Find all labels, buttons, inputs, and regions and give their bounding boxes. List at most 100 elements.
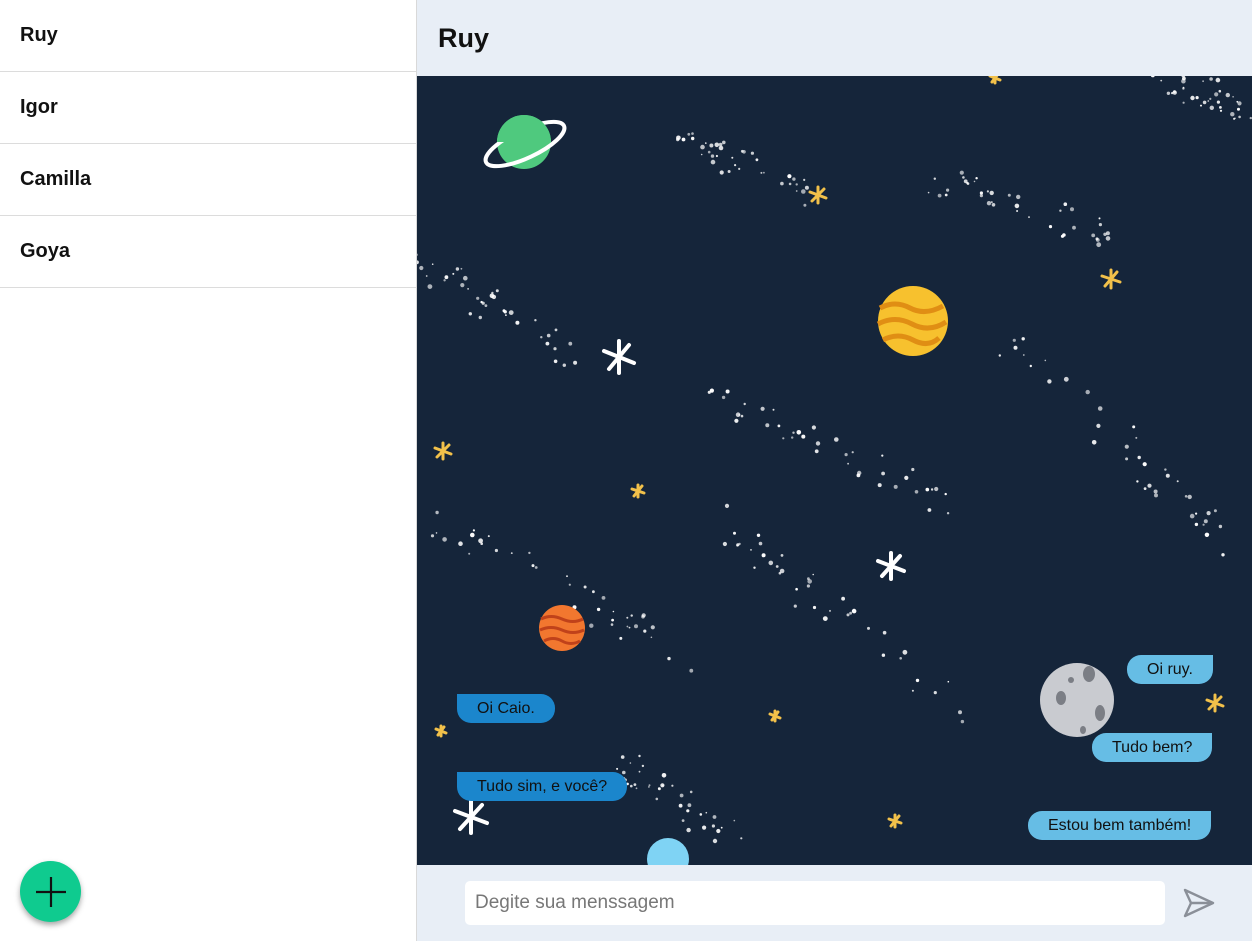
- star-dot: [620, 755, 625, 759]
- contact-item-camilla[interactable]: Camilla: [0, 144, 416, 216]
- star-dot: [463, 275, 468, 281]
- star-dot: [1103, 232, 1107, 236]
- star-dot: [417, 253, 418, 256]
- star-dot: [722, 541, 727, 547]
- star-dot: [553, 359, 558, 364]
- star-dot: [419, 265, 424, 271]
- send-button[interactable]: [1181, 885, 1217, 921]
- star-dot: [468, 552, 471, 555]
- star-dot: [626, 625, 629, 628]
- star-dot: [638, 754, 641, 758]
- chat-title: Ruy: [438, 22, 490, 53]
- star-dot: [803, 203, 807, 207]
- star-dot: [1098, 223, 1102, 227]
- star-dot: [877, 483, 882, 488]
- star-dot: [851, 608, 857, 614]
- star-dot: [902, 649, 908, 655]
- star-dot: [648, 784, 651, 787]
- star-dot: [1215, 77, 1221, 83]
- star-dot: [1238, 115, 1241, 119]
- message-text: Tudo sim, e você?: [477, 778, 608, 795]
- star-dot: [975, 177, 978, 180]
- star-dot: [755, 158, 759, 162]
- star-dot: [689, 668, 694, 673]
- star-dot: [1153, 489, 1158, 494]
- message-input[interactable]: [465, 881, 1165, 925]
- star-dot: [724, 503, 730, 508]
- star-dot: [1007, 193, 1011, 197]
- star-dot: [915, 678, 920, 683]
- star-dot: [546, 333, 551, 338]
- add-contact-button[interactable]: [20, 861, 81, 922]
- star-dot: [1150, 76, 1155, 78]
- star-dot: [705, 811, 708, 814]
- star-dot: [678, 803, 683, 808]
- star-dot: [844, 453, 848, 457]
- star-dot: [725, 389, 730, 394]
- star-dot: [626, 616, 629, 619]
- message-composer: [417, 865, 1252, 941]
- star-dot: [1091, 233, 1096, 238]
- star-dot: [487, 535, 490, 538]
- star-dot: [1125, 457, 1129, 461]
- star-dot: [738, 542, 741, 546]
- star-dot: [1204, 532, 1210, 537]
- contact-item-ruy[interactable]: Ruy: [0, 0, 416, 72]
- star-dot: [882, 630, 887, 635]
- star-dot: [1063, 202, 1068, 206]
- star-dot: [478, 315, 482, 320]
- star-dot: [633, 783, 637, 786]
- star-dot: [699, 813, 703, 816]
- star-dot: [1218, 524, 1223, 529]
- star-dot: [727, 170, 731, 173]
- star-dot: [731, 156, 734, 159]
- star-dot: [1164, 468, 1167, 471]
- star-dot: [944, 193, 948, 197]
- star-dot: [1022, 354, 1025, 356]
- star-dot: [807, 577, 810, 581]
- contact-item-goya[interactable]: Goya: [0, 216, 416, 288]
- star-dot: [1044, 359, 1047, 362]
- star-dot: [1187, 494, 1192, 500]
- star-dot: [545, 341, 550, 346]
- star-dot: [553, 347, 557, 351]
- star-dot: [458, 541, 463, 546]
- contact-item-igor[interactable]: Igor: [0, 72, 416, 144]
- star-dot: [425, 275, 428, 277]
- star-dot: [494, 548, 498, 553]
- chat-header: Ruy: [417, 0, 1252, 76]
- star-dot: [791, 436, 794, 439]
- star-dot: [610, 623, 614, 626]
- star-dot: [1142, 462, 1147, 467]
- star-dot: [846, 613, 850, 617]
- star-dot: [893, 484, 898, 489]
- star-dot: [812, 605, 817, 610]
- star-dot: [1232, 96, 1234, 98]
- star-dot: [750, 151, 754, 155]
- star-dot: [709, 388, 714, 393]
- star-dot: [768, 560, 774, 566]
- message-text: Oi ruy.: [1147, 661, 1193, 678]
- star-dot: [763, 171, 765, 174]
- star-dot: [484, 304, 488, 307]
- star-dot: [753, 566, 756, 569]
- star-dot: [691, 136, 695, 141]
- star-dot: [772, 408, 775, 411]
- message-list[interactable]: Oi ruy. Oi Caio. Tudo bem? Tudo sim, e v…: [417, 76, 1252, 865]
- star-dot: [1176, 480, 1179, 483]
- star-dot: [973, 180, 976, 183]
- star-dot: [986, 201, 992, 206]
- star-dot: [655, 797, 659, 801]
- star-dot: [1063, 376, 1069, 382]
- star-dot: [1194, 522, 1199, 527]
- star-dot: [455, 267, 460, 271]
- star-dot: [1132, 425, 1136, 429]
- star-dot: [946, 188, 950, 192]
- star-dot: [990, 201, 993, 204]
- star-dot: [1029, 364, 1032, 368]
- star-dot: [1203, 519, 1208, 524]
- star-dot: [738, 167, 741, 170]
- star-dot: [467, 288, 469, 290]
- star-dot: [834, 437, 839, 442]
- star-dot: [1165, 473, 1170, 478]
